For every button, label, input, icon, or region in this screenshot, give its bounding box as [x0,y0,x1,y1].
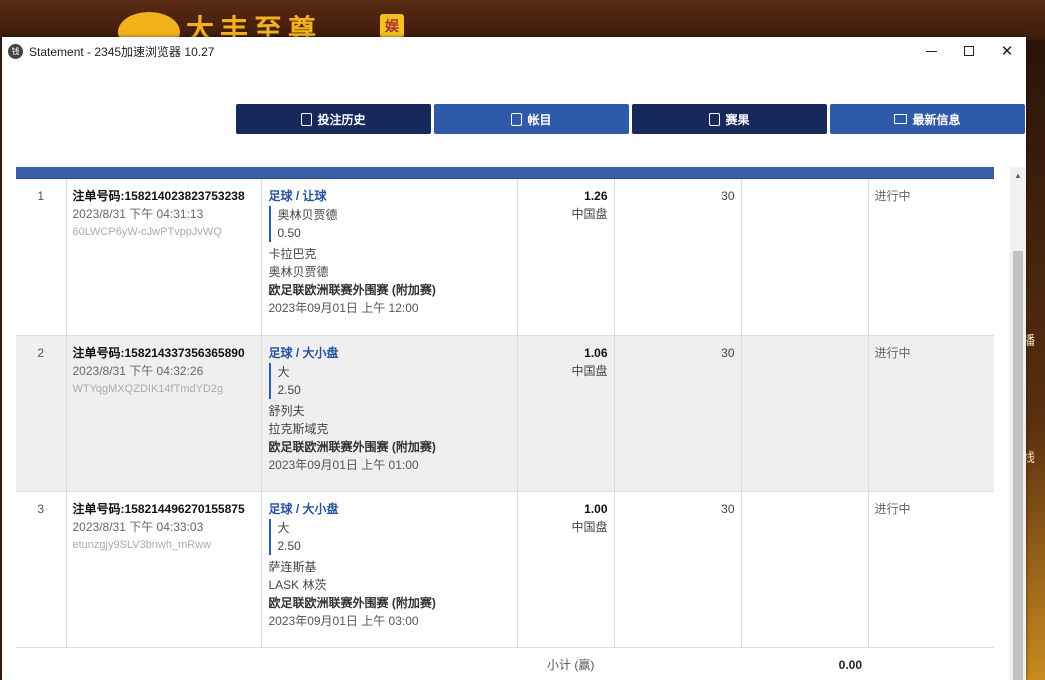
stake-cell: 30 [614,491,742,648]
ticket-ref: WTYqgMXQZDIK14fTmdYD2g [72,382,224,395]
ticket-id: 注单号码:158214496270155875 [72,501,245,516]
background-badge: 娱 [380,14,404,38]
status-cell: 进行中 [868,491,994,648]
maximize-icon [964,46,974,56]
odds-type: 中国盘 [571,363,608,378]
maximize-button[interactable] [950,37,988,65]
row-number: 2 [16,335,67,492]
stake-cell: 30 [614,335,742,492]
nav-account-button[interactable]: 帐目 [434,104,629,134]
selection: 大 [277,520,290,535]
match-time: 2023年09月01日 上午 12:00 [268,301,419,315]
nav-results-button[interactable]: 赛果 [632,104,827,134]
status-cell: 进行中 [868,179,994,336]
ticket-cell: 注单号码:158214023823753238 2023/8/31 下午 04:… [66,179,262,336]
scrollbar-thumb[interactable] [1013,251,1023,680]
odds-type: 中国盘 [571,519,608,534]
win-loss-cell [741,179,869,336]
ticket-time: 2023/8/31 下午 04:31:13 [72,207,204,221]
handicap: 2.50 [277,538,301,553]
nav-news-button[interactable]: 最新信息 [830,104,1025,134]
table-row: 1 注单号码:158214023823753238 2023/8/31 下午 0… [16,179,994,336]
result-icon [709,112,721,126]
odds-cell: 1.06 中国盘 [517,335,615,492]
subtotal-label: 小计 (赢) [547,657,595,672]
bet-type: 足球 / 让球 [268,189,327,203]
nav-label: 投注历史 [317,112,366,127]
odds-cell: 1.00 中国盘 [517,491,615,648]
odds-cell: 1.26 中国盘 [517,179,615,336]
background-side-panel [1026,40,1045,680]
home-team: 卡拉巴克 [268,247,317,261]
bet-type: 足球 / 大小盘 [268,501,339,516]
status-cell: 进行中 [868,335,994,492]
statement-nav: 投注历史 帐目 赛果 最新信息 [236,104,1025,134]
win-loss-cell [741,335,869,492]
browser-app-icon: 钱 [8,43,23,59]
title-bar: 钱 Statement - 2345加速浏览器 10.27 ✕ [2,37,1026,65]
minimize-button[interactable] [912,37,950,65]
close-icon: ✕ [1000,42,1014,60]
nav-label: 帐目 [527,112,552,127]
home-team: 舒列夫 [268,403,305,418]
win-loss-cell [741,491,869,648]
minimize-icon [925,50,937,52]
handicap: 2.50 [277,382,301,397]
statement-table-area: 1 注单号码:158214023823753238 2023/8/31 下午 0… [16,167,994,680]
league: 欧足联欧洲联赛外围赛 (附加赛) [268,283,436,297]
subtotal-row: 小计 (赢) 0.00 [16,647,994,680]
league: 欧足联欧洲联赛外围赛 (附加赛) [268,439,436,454]
selection-block: 大 2.50 [268,362,517,399]
ticket-time: 2023/8/31 下午 04:32:26 [72,363,204,378]
bet-detail-cell: 足球 / 大小盘 大 2.50 萨连斯基 LASK 林茨 欧足联欧洲联赛外围赛 … [261,491,518,648]
browser-window: 钱 Statement - 2345加速浏览器 10.27 ✕ 投注历史 帐目 … [2,37,1026,680]
subtotal-value: 0.00 [838,657,862,672]
ticket-time: 2023/8/31 下午 04:33:03 [72,519,204,534]
away-team: 奥林贝贾德 [268,265,329,279]
table-row: 2 注单号码:158214337356365890 2023/8/31 下午 0… [16,335,994,492]
close-button[interactable]: ✕ [988,37,1026,65]
odds-type: 中国盘 [571,207,608,221]
odds-value: 1.06 [584,345,608,360]
window-controls: ✕ [912,37,1026,65]
nav-label: 最新信息 [912,112,961,127]
selection-block: 大 2.50 [268,518,517,555]
bet-detail-cell: 足球 / 让球 奥林贝贾德 0.50 卡拉巴克 奥林贝贾德 欧足联欧洲联赛外围赛… [261,179,518,336]
odds-value: 1.26 [584,189,608,203]
row-number: 1 [16,179,67,336]
selection: 大 [277,364,290,379]
ticket-ref: 60LWCP6yW-cJwPTvppJvWQ [72,226,222,238]
home-team: 萨连斯基 [268,559,317,574]
odds-value: 1.00 [584,501,608,516]
vertical-scrollbar[interactable]: ▲ [1010,167,1026,680]
ticket-id: 注单号码:158214023823753238 [72,189,245,203]
league: 欧足联欧洲联赛外围赛 (附加赛) [268,595,436,610]
ticket-cell: 注单号码:158214496270155875 2023/8/31 下午 04:… [66,491,262,648]
bet-type: 足球 / 大小盘 [268,345,339,360]
stake-cell: 30 [614,179,742,336]
ticket-id: 注单号码:158214337356365890 [72,345,245,360]
match-time: 2023年09月01日 上午 01:00 [268,457,419,472]
ticket-ref: etunzgjy9SLV3bnwh_mRww [72,538,212,551]
scroll-up-icon[interactable]: ▲ [1010,171,1026,180]
nav-bet-history-button[interactable]: 投注历史 [236,104,431,134]
statement-table: 1 注单号码:158214023823753238 2023/8/31 下午 0… [16,179,994,680]
mail-icon [894,114,908,124]
row-number: 3 [16,491,67,648]
handicap: 0.50 [277,226,301,240]
away-team: LASK 林茨 [268,577,327,592]
bet-detail-cell: 足球 / 大小盘 大 2.50 舒列夫 拉克斯域克 欧足联欧洲联赛外围赛 (附加… [261,335,518,492]
selection: 奥林贝贾德 [277,208,338,222]
nav-label: 赛果 [725,112,750,127]
window-title: Statement - 2345加速浏览器 10.27 [29,44,215,59]
selection-block: 奥林贝贾德 0.50 [268,206,517,242]
ledger-icon [511,112,523,126]
table-row: 3 注单号码:158214496270155875 2023/8/31 下午 0… [16,491,994,648]
away-team: 拉克斯域克 [268,421,329,436]
table-header [16,167,994,179]
ticket-icon [301,112,313,126]
match-time: 2023年09月01日 上午 03:00 [268,613,419,628]
ticket-cell: 注单号码:158214337356365890 2023/8/31 下午 04:… [66,335,262,492]
background-logo-text: 大丰至尊 [186,14,323,40]
